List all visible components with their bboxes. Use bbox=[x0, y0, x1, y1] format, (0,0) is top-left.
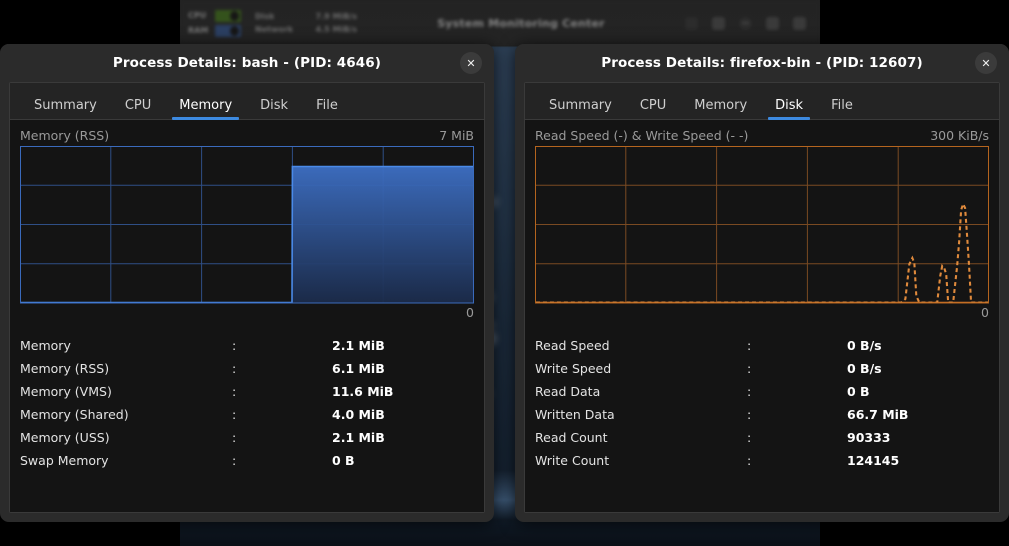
stat-value: 124145 bbox=[847, 453, 900, 468]
table-row: Memory (USS) : 2.1 MiB bbox=[20, 426, 474, 449]
close-icon[interactable]: ✕ bbox=[975, 52, 997, 74]
window-panel: Summary CPU Memory Disk File Read Speed … bbox=[524, 82, 1000, 513]
stat-separator: : bbox=[747, 407, 752, 422]
graph-title: Memory (RSS) bbox=[20, 128, 110, 143]
tab-bar: Summary CPU Memory Disk File bbox=[525, 83, 999, 120]
window-title: Process Details: bash - (PID: 4646) bbox=[112, 55, 382, 71]
table-row: Memory (VMS) : 11.6 MiB bbox=[20, 380, 474, 403]
stat-value: 0 B bbox=[332, 453, 355, 468]
tab-bar: Summary CPU Memory Disk File bbox=[10, 83, 484, 120]
close-icon[interactable]: ✕ bbox=[460, 52, 482, 74]
stat-separator: : bbox=[232, 453, 237, 468]
chart-gridlines bbox=[535, 146, 989, 303]
stat-value: 66.7 MiB bbox=[847, 407, 909, 422]
stat-label: Memory (USS) bbox=[20, 430, 110, 445]
table-row: Written Data : 66.7 MiB bbox=[535, 403, 989, 426]
tab-disk[interactable]: Disk bbox=[246, 99, 302, 119]
tab-content-disk: Read Speed (-) & Write Speed (- -) 300 K… bbox=[525, 120, 999, 512]
memory-rss-chart-svg bbox=[20, 146, 474, 304]
stat-separator: : bbox=[232, 338, 237, 353]
window-titlebar[interactable]: Process Details: bash - (PID: 4646) ✕ bbox=[0, 44, 494, 82]
graph-max-label: 7 MiB bbox=[439, 128, 474, 143]
table-row: Read Speed : 0 B/s bbox=[535, 334, 989, 357]
graph-header: Memory (RSS) 7 MiB bbox=[20, 128, 474, 143]
memory-rss-chart bbox=[20, 146, 474, 304]
stat-label: Read Data bbox=[535, 384, 601, 399]
table-row: Read Count : 90333 bbox=[535, 426, 989, 449]
stat-value: 11.6 MiB bbox=[332, 384, 394, 399]
tab-summary[interactable]: Summary bbox=[535, 99, 626, 119]
stat-value: 2.1 MiB bbox=[332, 338, 385, 353]
table-row: Memory (RSS) : 6.1 MiB bbox=[20, 357, 474, 380]
stat-value: 0 B bbox=[847, 384, 870, 399]
tab-content-memory: Memory (RSS) 7 MiB 0 Memory: 2.1 MiB Me… bbox=[10, 120, 484, 512]
disk-stats-list: Read Speed : 0 B/s Write Speed : 0 B/s R… bbox=[535, 334, 989, 472]
window-panel: Summary CPU Memory Disk File Memory (RSS… bbox=[9, 82, 485, 513]
tab-disk[interactable]: Disk bbox=[761, 99, 817, 120]
disk-speed-chart-svg bbox=[535, 146, 989, 304]
stat-label: Read Count bbox=[535, 430, 608, 445]
graph-min-label: 0 bbox=[466, 305, 474, 320]
memory-stats-list: Memory : 2.1 MiB Memory (RSS) : 6.1 MiB … bbox=[20, 334, 474, 472]
stat-label: Memory (RSS) bbox=[20, 361, 110, 376]
window-title: Process Details: firefox-bin - (PID: 126… bbox=[601, 55, 923, 71]
stat-separator: : bbox=[747, 338, 752, 353]
stat-value: 6.1 MiB bbox=[332, 361, 385, 376]
chart-series-write-speed bbox=[535, 201, 989, 304]
stat-value: 2.1 MiB bbox=[332, 430, 385, 445]
stat-label: Write Speed bbox=[535, 361, 612, 376]
stat-label: Written Data bbox=[535, 407, 615, 422]
tab-cpu[interactable]: CPU bbox=[111, 99, 165, 119]
tab-memory[interactable]: Memory bbox=[680, 99, 761, 119]
graph-header: Read Speed (-) & Write Speed (- -) 300 K… bbox=[535, 128, 989, 143]
stat-separator: : bbox=[747, 361, 752, 376]
stat-value: 0 B/s bbox=[847, 338, 882, 353]
tab-file[interactable]: File bbox=[302, 99, 352, 119]
stat-separator: : bbox=[747, 430, 752, 445]
tab-cpu[interactable]: CPU bbox=[626, 99, 680, 119]
table-row: Write Count : 124145 bbox=[535, 449, 989, 472]
stat-label: Swap Memory bbox=[20, 453, 109, 468]
process-details-window-bash[interactable]: Process Details: bash - (PID: 4646) ✕ Su… bbox=[0, 44, 494, 522]
stat-separator: : bbox=[747, 453, 752, 468]
table-row: Memory : 2.1 MiB bbox=[20, 334, 474, 357]
disk-speed-chart bbox=[535, 146, 989, 304]
stat-label: Memory (VMS) bbox=[20, 384, 112, 399]
stat-label: Memory bbox=[20, 338, 71, 353]
stat-separator: : bbox=[232, 430, 237, 445]
chart-area-fill bbox=[292, 166, 474, 303]
graph-max-label: 300 KiB/s bbox=[930, 128, 989, 143]
tab-file[interactable]: File bbox=[817, 99, 867, 119]
stat-value: 4.0 MiB bbox=[332, 407, 385, 422]
stat-separator: : bbox=[232, 384, 237, 399]
graph-title: Read Speed (-) & Write Speed (- -) bbox=[535, 128, 749, 143]
tab-memory[interactable]: Memory bbox=[165, 99, 246, 120]
stat-separator: : bbox=[232, 407, 237, 422]
stat-separator: : bbox=[232, 361, 237, 376]
stat-separator: : bbox=[747, 384, 752, 399]
stat-value: 90333 bbox=[847, 430, 891, 445]
stat-label: Write Count bbox=[535, 453, 610, 468]
table-row: Read Data : 0 B bbox=[535, 380, 989, 403]
table-row: Write Speed : 0 B/s bbox=[535, 357, 989, 380]
table-row: Memory (Shared) : 4.0 MiB bbox=[20, 403, 474, 426]
table-row: Swap Memory : 0 B bbox=[20, 449, 474, 472]
stat-label: Read Speed bbox=[535, 338, 610, 353]
process-details-window-firefox[interactable]: Process Details: firefox-bin - (PID: 126… bbox=[515, 44, 1009, 522]
tab-summary[interactable]: Summary bbox=[20, 99, 111, 119]
graph-min-label: 0 bbox=[981, 305, 989, 320]
window-titlebar[interactable]: Process Details: firefox-bin - (PID: 126… bbox=[515, 44, 1009, 82]
stat-value: 0 B/s bbox=[847, 361, 882, 376]
stat-label: Memory (Shared) bbox=[20, 407, 129, 422]
